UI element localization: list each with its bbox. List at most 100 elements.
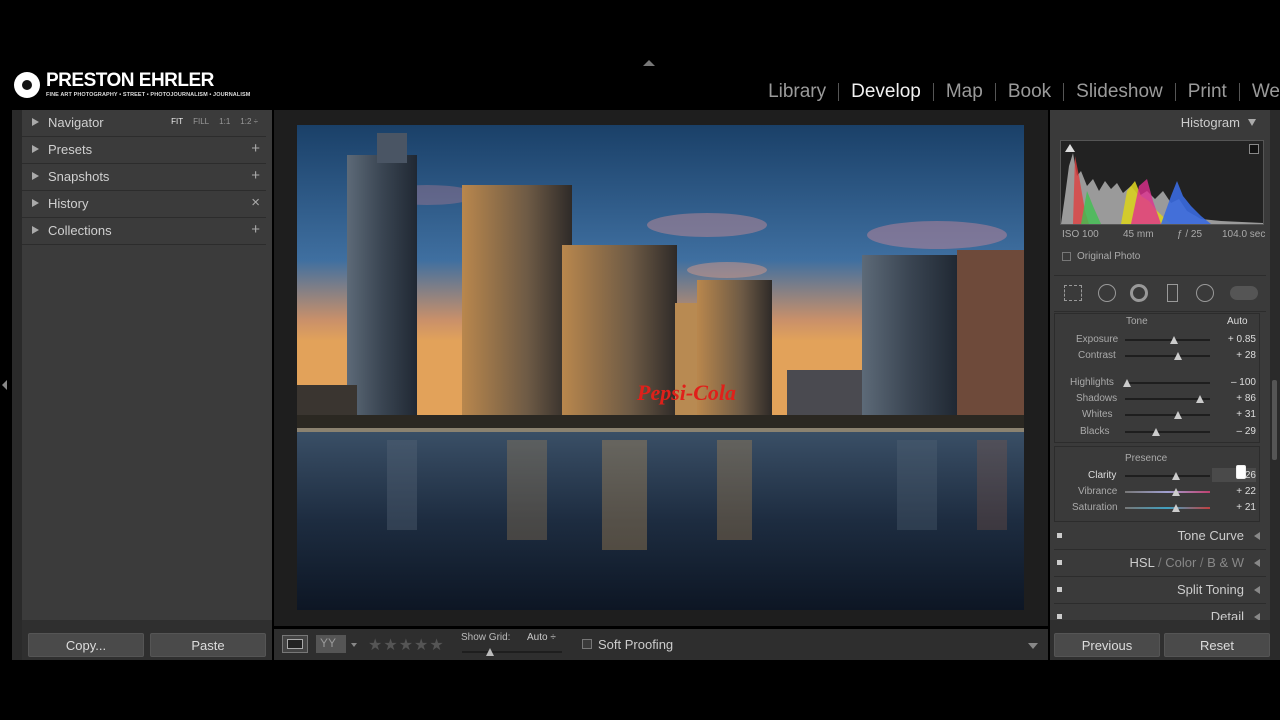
highlights-value[interactable]: – 100 [1231,377,1256,388]
highlight-clipping-icon[interactable] [1249,144,1259,154]
saturation-value[interactable]: + 21 [1236,502,1256,513]
panel-toggle-switch[interactable] [1057,587,1062,592]
spot-removal-icon[interactable] [1098,284,1116,302]
whites-slider-thumb[interactable] [1173,411,1182,419]
tone-curve-section[interactable]: Tone Curve [1054,523,1266,550]
copy-button[interactable]: Copy... [28,633,144,657]
identity-plate: PRESTON EHRLER FINE ART PHOTOGRAPHY • ST… [14,70,250,106]
toolbar-menu-icon[interactable] [1028,643,1038,649]
vibrance-label: Vibrance [1078,486,1118,497]
exposure-slider[interactable] [1125,339,1210,341]
zoom-fit[interactable]: FIT [171,117,183,126]
zoom-1-2[interactable]: 1:2 ÷ [240,117,258,126]
saturation-slider[interactable] [1125,507,1210,509]
vibrance-slider[interactable] [1125,491,1210,493]
left-panel-edge[interactable] [12,110,22,660]
city-skyline-photo: Pepsi-Cola [297,125,1024,610]
clarity-slider[interactable] [1125,475,1210,477]
module-book[interactable]: Book [996,81,1063,103]
clarity-slider-thumb[interactable] [1172,472,1180,480]
star-rating[interactable]: ★★★★★ [368,635,445,655]
clear-history-icon[interactable]: × [251,194,260,211]
zoom-1-1[interactable]: 1:1 [219,117,230,126]
tab-color[interactable]: Color [1165,555,1196,570]
expand-triangle-icon [32,145,39,153]
panel-toggle-switch[interactable] [1057,614,1062,619]
soft-proofing-checkbox[interactable] [582,639,592,649]
saturation-slider-thumb[interactable] [1172,504,1180,512]
loupe-view-button[interactable] [282,635,308,653]
blacks-slider-thumb[interactable] [1151,428,1160,436]
clarity-value[interactable]: 26 [1245,470,1256,481]
main-photo[interactable]: Pepsi-Cola [297,125,1024,610]
panel-toggle-switch[interactable] [1057,560,1062,565]
grid-slider-thumb[interactable] [486,648,494,656]
left-panel-toggle-icon[interactable] [2,380,7,390]
history-header[interactable]: History × [22,191,266,218]
vibrance-value[interactable]: + 22 [1236,486,1256,497]
contrast-slider[interactable] [1125,355,1210,357]
left-panel: Navigator FIT FILL 1:1 1:2 ÷ Presets + S… [22,110,272,660]
navigator-header[interactable]: Navigator FIT FILL 1:1 1:2 ÷ [22,110,266,137]
adjustment-brush-icon[interactable] [1230,286,1258,300]
add-collection-icon[interactable]: + [251,221,260,238]
shadows-value[interactable]: + 86 [1236,393,1256,404]
shadows-slider-thumb[interactable] [1195,395,1204,403]
module-library[interactable]: Library [756,81,838,103]
before-after-dropdown-icon[interactable] [351,643,357,647]
radial-filter-icon[interactable] [1196,284,1214,302]
tab-bw[interactable]: B & W [1207,555,1244,570]
presets-header[interactable]: Presets + [22,137,266,164]
whites-value[interactable]: + 31 [1236,409,1256,420]
exposure-value[interactable]: + 0.85 [1228,334,1256,345]
collapse-triangle-icon[interactable] [1248,119,1256,126]
hsl-section[interactable]: HSL / Color / B & W [1054,550,1266,577]
contrast-slider-thumb[interactable] [1173,352,1182,360]
module-web[interactable]: We [1240,81,1280,103]
snapshots-header[interactable]: Snapshots + [22,164,266,191]
module-print[interactable]: Print [1176,81,1239,103]
top-panel-toggle-icon[interactable] [643,60,655,66]
tab-hsl[interactable]: HSL [1130,555,1155,570]
exposure-slider-thumb[interactable] [1170,336,1179,344]
tone-label: Tone [1126,316,1148,327]
split-toning-section[interactable]: Split Toning [1054,577,1266,604]
blacks-value[interactable]: – 29 [1237,426,1256,437]
panel-toggle-switch[interactable] [1057,533,1062,538]
collections-header[interactable]: Collections + [22,218,266,245]
shadow-clipping-icon[interactable] [1065,144,1075,152]
add-snapshot-icon[interactable]: + [251,167,260,184]
add-preset-icon[interactable]: + [251,140,260,157]
vibrance-slider-thumb[interactable] [1172,488,1180,496]
red-eye-icon[interactable] [1130,284,1148,302]
crop-overlay-icon[interactable] [1064,285,1082,301]
highlights-slider[interactable] [1125,382,1210,384]
module-slideshow[interactable]: Slideshow [1064,81,1175,103]
blacks-slider[interactable] [1125,431,1210,433]
whites-slider[interactable] [1125,414,1210,416]
auto-tone-button[interactable]: Auto [1227,316,1248,327]
blacks-label: Blacks [1080,426,1110,437]
grid-opacity-slider[interactable] [462,651,562,653]
before-after-button[interactable]: YY [316,635,346,653]
logo-name: PRESTON EHRLER [46,70,214,91]
show-grid-select[interactable]: Auto ÷ [527,632,556,643]
paste-button[interactable]: Paste [150,633,266,657]
hsl-tabs: HSL / Color / B & W [1130,555,1244,570]
history-label: History [48,196,89,211]
module-map[interactable]: Map [934,81,995,103]
previous-button[interactable]: Previous [1054,633,1160,657]
module-develop[interactable]: Develop [839,81,933,103]
reset-button[interactable]: Reset [1164,633,1270,657]
right-panel: Histogram ISO 100 45 mm ƒ / 25 104.0 sec… [1050,110,1270,660]
contrast-value[interactable]: + 28 [1236,350,1256,361]
original-photo-checkbox[interactable] [1062,252,1071,261]
zoom-fill[interactable]: FILL [193,117,209,126]
graduated-filter-icon[interactable] [1167,284,1178,302]
histogram-label[interactable]: Histogram [1181,115,1240,130]
histogram[interactable] [1060,140,1264,225]
loupe-icon [287,639,303,649]
highlights-slider-thumb[interactable] [1122,379,1131,387]
right-panel-scrollbar[interactable] [1272,380,1277,460]
expand-triangle-icon [1254,586,1260,594]
